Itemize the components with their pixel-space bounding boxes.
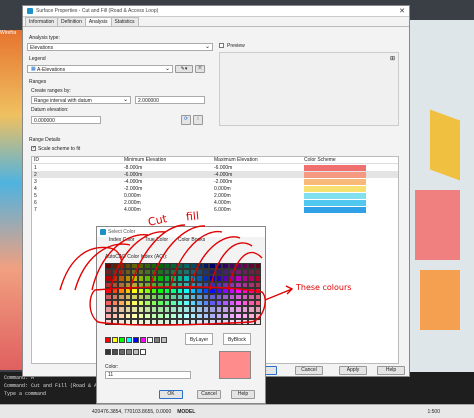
annotation-fill: fill [185,209,200,224]
annotation-these-colours: These colours [296,283,352,292]
red-annotation-strokes [59,224,294,326]
